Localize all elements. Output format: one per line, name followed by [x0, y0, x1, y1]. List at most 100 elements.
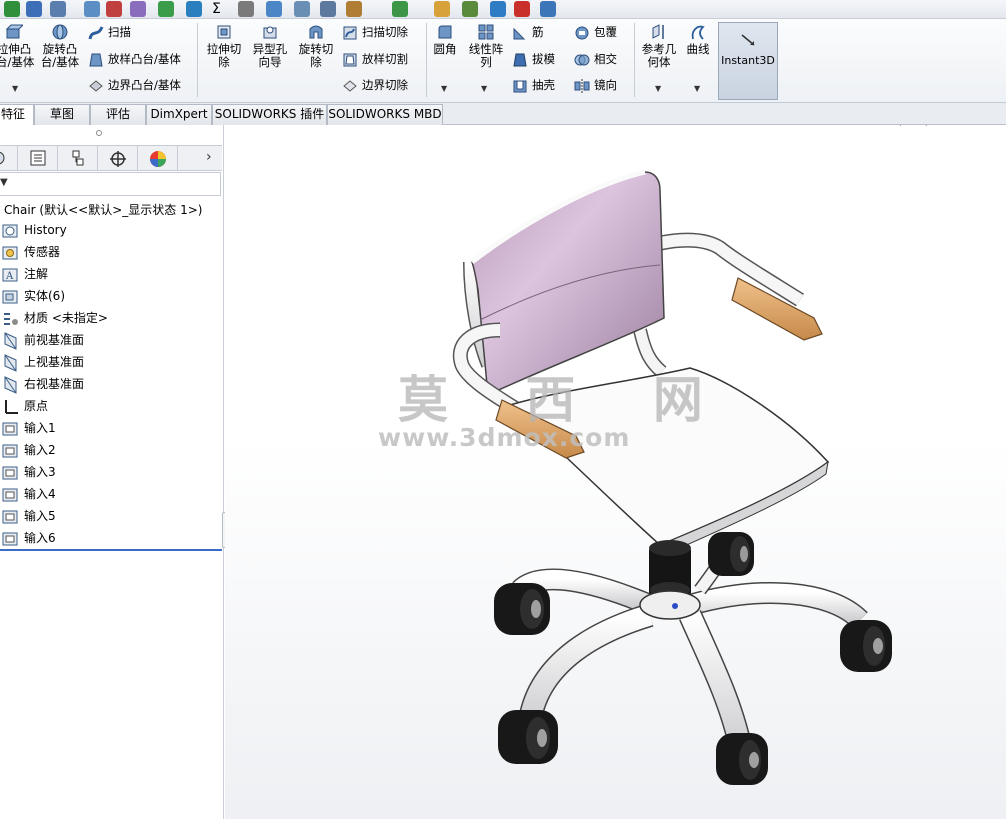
tree-root-chair[interactable]: Chair (默认<<默认>_显示状态 1>) [4, 201, 202, 218]
instant3d-icon [741, 34, 755, 46]
rib-button[interactable]: 筋 [512, 23, 544, 41]
shield-icon[interactable] [186, 1, 202, 17]
sweep-label: 扫描 [108, 25, 131, 39]
intersect-button[interactable]: 相交 [574, 50, 617, 68]
check-icon[interactable] [158, 1, 174, 17]
configurationmanager-tab[interactable] [58, 146, 98, 171]
tree-item-import2[interactable]: 输入2 [2, 440, 56, 460]
boundary-cut-icon [343, 79, 357, 92]
check-icon[interactable] [490, 1, 506, 17]
tab-features[interactable]: 特征 [0, 104, 34, 125]
loft-icon [89, 53, 103, 66]
panel-grip[interactable] [96, 130, 102, 136]
revolve-boss-button[interactable]: 旋转凸 台/基体 [38, 23, 82, 69]
tool-icon[interactable] [294, 1, 310, 17]
curves-button[interactable]: 曲线 [682, 23, 714, 56]
boundary-cut-button[interactable]: 边界切除 [342, 76, 408, 94]
fillet-button[interactable]: 圆角 [430, 23, 460, 56]
section-view-icon[interactable] [961, 125, 981, 127]
graphics-area[interactable]: 莫 西 网 www.3dmox.com [225, 125, 1006, 819]
featuremanager-tab[interactable] [0, 146, 18, 171]
ribbon-separator [634, 23, 635, 97]
wrap-label: 包覆 [594, 25, 617, 39]
checkmark-icon[interactable] [4, 1, 20, 17]
tool-icon[interactable] [462, 1, 478, 17]
chevron-down-icon[interactable]: ▼ [694, 84, 700, 93]
view-orientation-icon[interactable] [987, 125, 1006, 127]
display-color-icon [149, 151, 166, 167]
extrude-boss-button[interactable]: 拉伸凸 台/基体 [0, 23, 34, 69]
tool-icon[interactable] [514, 1, 530, 17]
tool-icon[interactable] [238, 1, 254, 17]
tree-item-material[interactable]: 材质 <未指定> [2, 308, 108, 328]
gear-icon[interactable] [130, 1, 146, 17]
lofted-cut-button[interactable]: 放样切割 [342, 50, 408, 68]
loft-boss-button[interactable]: 放样凸台/基体 [88, 50, 181, 68]
draft-button[interactable]: 拔模 [512, 50, 555, 68]
tree-item-import5[interactable]: 输入5 [2, 506, 56, 526]
revolve-cut-button[interactable]: 旋转切 除 [294, 23, 338, 69]
extrude-cut-button[interactable]: 拉伸切 除 [204, 23, 244, 69]
tab-solidworks-addins[interactable]: SOLIDWORKS 插件 [212, 104, 327, 125]
configurationmanager-icon [72, 150, 83, 166]
tree-item-top-plane[interactable]: 上视基准面 [2, 352, 84, 372]
chevron-down-icon[interactable]: ▼ [481, 84, 487, 93]
propertymanager-tab[interactable] [18, 146, 58, 171]
tree-item-solid-bodies[interactable]: 实体(6) [2, 286, 65, 306]
tab-sketch[interactable]: 草图 [34, 104, 90, 125]
tab-evaluate[interactable]: 评估 [90, 104, 146, 125]
mirror-button[interactable]: 镜向 [574, 76, 617, 94]
swept-cut-button[interactable]: 扫描切除 [342, 23, 408, 41]
command-manager-tabs: 特征 草图 评估 DimXpert SOLIDWORKS 插件 SOLIDWOR… [0, 103, 1006, 125]
wrap-button[interactable]: 包覆 [574, 23, 617, 41]
hole-wizard-button[interactable]: 异型孔 向导 [248, 23, 292, 69]
linear-pattern-button[interactable]: 线性阵 列 [464, 23, 508, 69]
tool-icon[interactable] [320, 1, 336, 17]
tree-item-history[interactable]: History [2, 220, 67, 240]
ribbon-separator [197, 23, 198, 97]
tree-item-right-plane[interactable]: 右视基准面 [2, 374, 84, 394]
extrude-cut-icon [217, 25, 231, 39]
tool-icon[interactable] [434, 1, 450, 17]
tree-item-sensors[interactable]: 传感器 [2, 242, 60, 262]
tool-icon[interactable] [26, 1, 42, 17]
tree-item-import6[interactable]: 输入6 [2, 528, 56, 548]
reference-geometry-button[interactable]: 参考几 何体 [638, 23, 680, 69]
chevron-down-icon[interactable]: ▼ [441, 84, 447, 93]
feature-filter-input[interactable]: ▼ [0, 172, 221, 196]
shell-button[interactable]: 抽壳 [512, 76, 555, 94]
hole-wizard-label: 异型孔 向导 [252, 42, 288, 69]
chevron-right-icon[interactable]: › [206, 149, 212, 165]
tree-item-origin[interactable]: 原点 [2, 396, 48, 416]
tab-solidworks-mbd[interactable]: SOLIDWORKS MBD [327, 104, 443, 125]
imported-body-icon [2, 444, 18, 457]
stop-icon[interactable] [106, 1, 122, 17]
sum-icon[interactable]: Σ [212, 1, 228, 17]
annotation-icon: A [2, 268, 18, 282]
chevron-down-icon[interactable]: ▼ [12, 84, 18, 93]
zoom-to-area-icon[interactable] [909, 125, 929, 127]
tree-item-import1[interactable]: 输入1 [2, 418, 56, 438]
displaymanager-tab[interactable] [138, 146, 178, 171]
tool-icon[interactable] [84, 1, 100, 17]
mirror-icon [574, 78, 590, 93]
rollback-bar[interactable] [0, 549, 222, 551]
tool-icon[interactable] [392, 1, 408, 17]
dimxpertmanager-tab[interactable] [98, 146, 138, 171]
tree-item-front-plane[interactable]: 前视基准面 [2, 330, 84, 350]
tab-dimxpert[interactable]: DimXpert [146, 104, 212, 125]
balance-icon[interactable] [50, 1, 66, 17]
chevron-down-icon[interactable]: ▼ [655, 84, 661, 93]
chair-model[interactable] [225, 125, 1006, 819]
previous-view-icon[interactable] [935, 125, 955, 127]
tool-icon[interactable] [266, 1, 282, 17]
zoom-to-fit-icon[interactable] [883, 125, 903, 127]
tree-item-import4[interactable]: 输入4 [2, 484, 56, 504]
sweep-button[interactable]: 扫描 [88, 23, 131, 41]
tool-icon[interactable] [346, 1, 362, 17]
boundary-boss-button[interactable]: 边界凸台/基体 [88, 76, 181, 94]
tree-item-import3[interactable]: 输入3 [2, 462, 56, 482]
instant3d-button[interactable]: Instant3D [718, 22, 778, 100]
tool-icon[interactable] [540, 1, 556, 17]
tree-item-annotations[interactable]: A 注解 [2, 264, 48, 284]
